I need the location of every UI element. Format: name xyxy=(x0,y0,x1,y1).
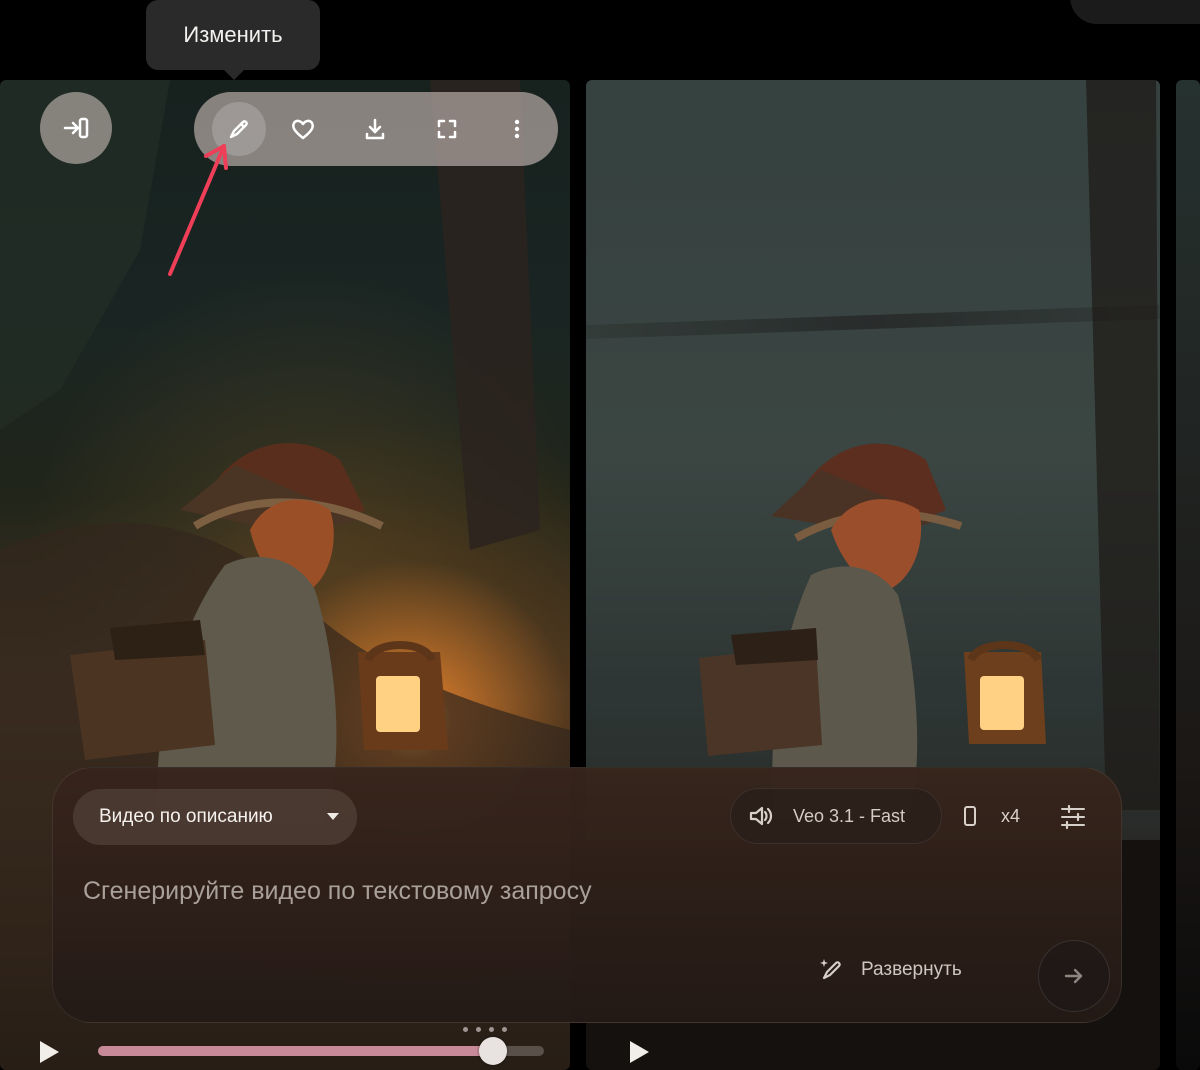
expand-label: Развернуть xyxy=(861,959,962,980)
download-icon xyxy=(365,118,385,140)
model-selector[interactable]: Veo 3.1 - Fast xyxy=(730,788,942,844)
download-button[interactable] xyxy=(348,102,402,156)
top-right-control[interactable] xyxy=(1070,0,1200,24)
favorite-button[interactable] xyxy=(276,102,330,156)
fullscreen-icon xyxy=(437,119,457,139)
chevron-down-icon xyxy=(327,813,339,820)
prompt-composer: Видео по описанию Veo 3.1 - Fast x4 Разв… xyxy=(52,767,1122,1023)
expand-button[interactable]: Развернуть xyxy=(819,952,962,988)
media-toolbar xyxy=(194,92,558,166)
video-progress-slider[interactable] xyxy=(98,1037,544,1065)
send-button[interactable] xyxy=(1038,940,1110,1012)
more-vertical-icon xyxy=(514,119,520,139)
expand-panel-icon xyxy=(63,117,89,139)
model-label: Veo 3.1 - Fast xyxy=(793,805,906,826)
prompt-input[interactable] xyxy=(81,872,975,910)
video-progress-thumb[interactable] xyxy=(478,1037,507,1065)
magic-pencil-icon xyxy=(820,959,841,980)
output-count[interactable]: x4 xyxy=(1001,806,1020,827)
edit-tooltip: Изменить xyxy=(146,0,320,80)
heart-icon xyxy=(292,119,314,140)
play-icon[interactable] xyxy=(630,1041,649,1063)
video-preview-3[interactable] xyxy=(1176,80,1200,1070)
aspect-ratio-icon[interactable] xyxy=(964,806,976,826)
red-pointer-arrow xyxy=(168,144,228,276)
expand-sidebar-button[interactable] xyxy=(40,92,112,164)
video-progress-fill xyxy=(98,1046,493,1056)
play-icon[interactable] xyxy=(40,1041,59,1063)
video-thumbnail-dots xyxy=(463,1019,521,1032)
more-button[interactable] xyxy=(490,102,544,156)
fullscreen-button[interactable] xyxy=(420,102,474,156)
arrow-right-icon xyxy=(1064,968,1083,984)
tooltip-label: Изменить xyxy=(183,22,283,47)
mode-label: Видео по описанию xyxy=(99,806,273,827)
tune-icon[interactable] xyxy=(1057,801,1089,833)
volume-icon xyxy=(749,806,773,826)
mode-selector[interactable]: Видео по описанию xyxy=(73,789,357,845)
